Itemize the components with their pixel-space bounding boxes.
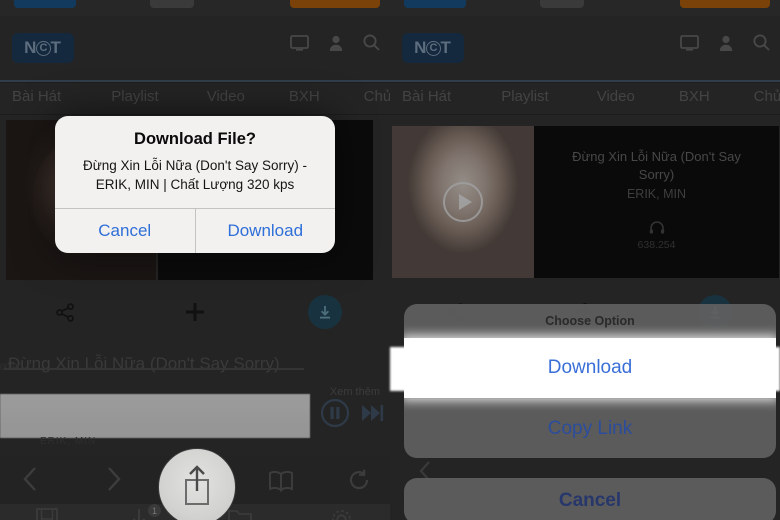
- strip-logo-block-left: [14, 0, 76, 8]
- share-icon[interactable]: [0, 302, 130, 322]
- logo-letter-t-r: T: [440, 38, 452, 57]
- alert-body: Download File? Đừng Xin Lỗi Nữa (Don't S…: [55, 116, 335, 208]
- alert-message-line2: ERIK, MIN | Chất Lượng 320 kps: [95, 177, 295, 192]
- download-button-left[interactable]: [260, 295, 390, 329]
- now-playing-title-left: Đừng Xin Lỗi Nữa (Don't Say Sorry): [8, 354, 280, 373]
- nav-tabs-right: Bài Hát Playlist Video BXH Chủ Đ: [390, 78, 780, 114]
- back-chevron-icon[interactable]: [22, 466, 38, 497]
- headphone-icon: [534, 221, 779, 237]
- sidebar-item-video-right[interactable]: Video: [597, 88, 635, 105]
- search-icon[interactable]: [753, 34, 770, 56]
- sidebar-item-playlist-right[interactable]: Playlist: [501, 88, 549, 105]
- reload-icon[interactable]: [348, 469, 370, 498]
- download-icon: [308, 295, 342, 329]
- song-card-right: Đừng Xin Lỗi Nữa (Don't Say Sorry) ERIK,…: [534, 126, 779, 278]
- logo-circle-c-r: C: [426, 40, 442, 56]
- elapsed-time-left: 00:00: [0, 362, 23, 372]
- site-header-left: NCT: [0, 24, 390, 83]
- sidebar-item-chude-left[interactable]: Chủ Đ: [364, 88, 390, 105]
- sheet-cancel-button[interactable]: Cancel: [404, 478, 776, 520]
- sidebar-item-video-left[interactable]: Video: [207, 88, 245, 105]
- sidebar-item-baihat-right[interactable]: Bài Hát: [402, 88, 451, 105]
- monitor-icon[interactable]: [290, 34, 309, 56]
- header-icons-right: [680, 34, 770, 56]
- nav-separator-left: [0, 114, 390, 115]
- forward-chevron-icon[interactable]: [106, 466, 122, 497]
- sidebar-item-bxh-left[interactable]: BXH: [289, 88, 320, 105]
- nav-tabs-left: Bài Hát Playlist Video BXH Chủ Đ: [0, 78, 390, 114]
- left-phone-panel: NCT Bài Hát Playlist Video BXH Chủ Đừng …: [0, 16, 390, 520]
- share-up-icon: [178, 463, 216, 512]
- artist-portrait-right: [392, 126, 534, 278]
- gear-icon[interactable]: [330, 508, 353, 520]
- see-more-link-left[interactable]: Xem thêm: [330, 386, 380, 398]
- sidebar-item-baihat-left[interactable]: Bài Hát: [12, 88, 61, 105]
- user-icon[interactable]: [329, 35, 343, 56]
- sidebar-item-bxh-right[interactable]: BXH: [679, 88, 710, 105]
- highlight-strip-left: [0, 394, 310, 438]
- sheet-option-copy-link[interactable]: Copy Link: [404, 398, 776, 458]
- search-icon[interactable]: [363, 34, 380, 56]
- top-partial-strip: [0, 0, 780, 16]
- choose-option-sheet: Choose Option Download Copy Link: [404, 304, 776, 458]
- strip-orange-block-left: [290, 0, 380, 8]
- nct-logo-left[interactable]: NCT: [12, 33, 74, 63]
- next-track-icon[interactable]: [360, 402, 384, 429]
- cancel-button[interactable]: Cancel: [55, 209, 195, 253]
- site-header-right: NCT: [390, 24, 780, 83]
- logo-circle-c: C: [36, 40, 52, 56]
- now-playing-artist-left: ERIK, MIN: [40, 436, 97, 447]
- logo-letter-n: N: [24, 38, 38, 57]
- sidebar-item-chude-right[interactable]: Chủ Đ: [754, 88, 780, 105]
- nct-logo-right[interactable]: NCT: [402, 33, 464, 63]
- pause-icon[interactable]: [320, 398, 350, 433]
- logo-letter-t: T: [50, 38, 62, 57]
- strip-gray-block-right: [540, 0, 584, 8]
- nav-separator-right: [390, 114, 780, 115]
- alert-message-line1: Đừng Xin Lỗi Nữa (Don't Say Sorry) -: [83, 158, 307, 173]
- user-icon[interactable]: [719, 35, 733, 56]
- sheet-option-download[interactable]: Download: [404, 338, 776, 398]
- progress-track-left[interactable]: [4, 368, 304, 370]
- safari-share-button[interactable]: [158, 448, 236, 520]
- strip-orange-block-right: [680, 0, 770, 8]
- plus-icon[interactable]: [130, 301, 260, 323]
- strip-gray-block-left: [150, 0, 194, 8]
- song-artists-right: ERIK, MIN: [626, 187, 687, 201]
- download-button[interactable]: Download: [196, 209, 336, 253]
- download-file-alert: Download File? Đừng Xin Lỗi Nữa (Don't S…: [55, 116, 335, 253]
- header-icons-left: [290, 34, 380, 56]
- monitor-icon[interactable]: [680, 34, 699, 56]
- play-icon[interactable]: [443, 182, 483, 222]
- action-row-left: [0, 294, 390, 330]
- alert-title: Download File?: [134, 130, 256, 148]
- strip-logo-block-right: [404, 0, 466, 8]
- sheet-title: Choose Option: [545, 314, 635, 328]
- screenshot-stage: NCT Bài Hát Playlist Video BXH Chủ Đừng …: [0, 0, 780, 520]
- logo-letter-n-r: N: [414, 38, 428, 57]
- song-title-right-line2: Sorry): [638, 167, 675, 182]
- play-count-right: 638.254: [637, 239, 676, 251]
- download-count-badge: 1: [148, 504, 161, 517]
- book-icon[interactable]: [268, 470, 294, 497]
- download-arrow-icon[interactable]: [128, 508, 150, 520]
- song-title-right: Đừng Xin Lỗi Nữa (Don't Say: [572, 149, 741, 164]
- folder-icon[interactable]: [228, 508, 252, 520]
- film-icon[interactable]: [36, 508, 58, 520]
- player-controls-left: [320, 398, 384, 433]
- sidebar-item-playlist-left[interactable]: Playlist: [111, 88, 159, 105]
- alert-buttons: Cancel Download: [55, 209, 335, 253]
